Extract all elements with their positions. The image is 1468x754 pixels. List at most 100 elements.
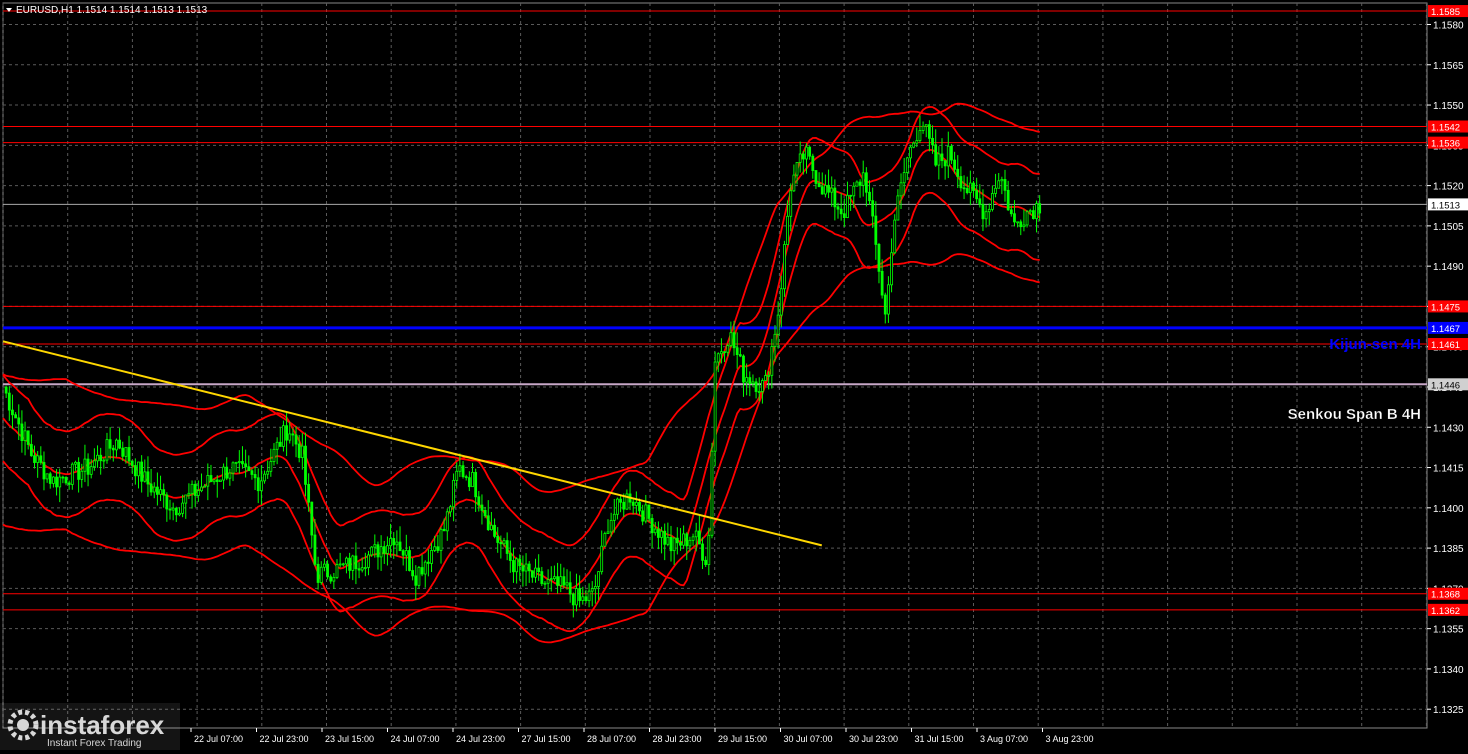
candle-body xyxy=(839,208,843,215)
candle-body xyxy=(902,172,906,184)
candle-body xyxy=(644,504,648,522)
candle-body xyxy=(647,504,651,519)
candle-body xyxy=(669,536,673,552)
candle-body xyxy=(1025,211,1029,226)
candle-body xyxy=(196,490,200,496)
candle-body xyxy=(748,377,752,384)
candle-body xyxy=(392,538,396,546)
candle-body xyxy=(899,182,903,197)
candle-body xyxy=(285,425,288,441)
candle-body xyxy=(108,439,112,449)
candle-body xyxy=(537,567,541,573)
candle-body xyxy=(518,558,522,567)
candle-body xyxy=(326,563,329,578)
candle-body xyxy=(288,433,292,441)
candle-body xyxy=(61,476,65,479)
candle-body xyxy=(679,542,682,546)
candle-body xyxy=(1003,179,1007,191)
candle-body xyxy=(92,460,96,468)
candle-body xyxy=(887,284,890,315)
candle-body xyxy=(162,489,166,496)
level-label: 1.1475 xyxy=(1431,302,1460,313)
candle-body xyxy=(190,483,194,494)
symbol-header: EURUSD,H1 1.1514 1.1514 1.1513 1.1513 xyxy=(16,5,208,16)
candle-body xyxy=(619,498,622,503)
candle-body xyxy=(779,288,783,316)
candle-body xyxy=(968,182,972,194)
candle-body xyxy=(370,546,374,556)
candle-body xyxy=(496,535,500,543)
candle-body xyxy=(1000,179,1004,182)
level-label: 1.1585 xyxy=(1431,7,1460,18)
x-tick-label: 3 Aug 07:00 xyxy=(980,734,1028,744)
candle-body xyxy=(767,374,771,377)
y-tick-label: 1.1430 xyxy=(1433,423,1464,434)
candle-body xyxy=(795,162,799,176)
candle-body xyxy=(442,528,446,532)
candle-body xyxy=(423,561,427,575)
candle-body xyxy=(950,145,953,161)
candle-body xyxy=(48,473,52,484)
candle-body xyxy=(701,543,704,561)
candle-body xyxy=(921,125,925,131)
candle-body xyxy=(58,476,62,488)
candle-body xyxy=(480,504,484,511)
candle-body xyxy=(319,566,323,583)
candle-body xyxy=(603,533,607,547)
candle-body xyxy=(732,332,736,349)
candle-body xyxy=(760,380,764,392)
candle-body xyxy=(449,506,452,513)
candle-body xyxy=(716,353,720,363)
candle-body xyxy=(55,476,58,488)
candle-body xyxy=(143,471,147,482)
candle-body xyxy=(474,471,478,498)
candle-body xyxy=(827,184,830,193)
candle-body xyxy=(272,448,276,462)
candle-body xyxy=(174,507,178,516)
candle-body xyxy=(909,146,912,159)
candle-body xyxy=(742,355,745,383)
candle-body xyxy=(181,502,185,514)
candle-body xyxy=(310,501,314,536)
candle-body xyxy=(824,184,827,195)
candle-body xyxy=(811,155,815,171)
candle-body xyxy=(959,176,963,189)
candle-body xyxy=(483,510,487,517)
candle-body xyxy=(219,479,222,482)
candle-body xyxy=(553,576,556,580)
candle-body xyxy=(720,351,723,355)
brand-tagline: Instant Forex Trading xyxy=(47,738,142,749)
candle-body xyxy=(360,567,364,571)
candle-body xyxy=(890,252,893,286)
candle-body xyxy=(556,576,559,586)
candle-body xyxy=(1028,210,1032,213)
candle-body xyxy=(571,593,575,606)
candle-body xyxy=(1009,209,1013,215)
candle-body xyxy=(814,170,818,184)
candle-body xyxy=(918,130,922,142)
candle-body xyxy=(458,465,462,472)
candle-body xyxy=(1031,210,1035,220)
candle-body xyxy=(638,501,641,512)
candle-body xyxy=(994,187,997,194)
candle-body xyxy=(367,554,370,568)
candle-body xyxy=(322,563,326,568)
candle-body xyxy=(96,454,99,462)
candle-body xyxy=(631,501,635,506)
candle-body xyxy=(426,561,430,564)
level-label: 1.1368 xyxy=(1431,590,1460,601)
candle-body xyxy=(42,462,46,480)
candle-body xyxy=(912,142,916,148)
candle-body xyxy=(896,195,900,221)
level-label: 1.1467 xyxy=(1431,324,1460,335)
instaforex-watermark: instaforex Instant Forex Trading xyxy=(0,703,180,750)
candle-body xyxy=(697,530,701,545)
candle-body xyxy=(398,541,402,552)
x-tick-label: 24 Jul 23:00 xyxy=(456,734,505,744)
candle-body xyxy=(215,479,219,482)
candle-body xyxy=(237,461,241,463)
candle-body xyxy=(278,441,282,447)
x-tick-label: 29 Jul 15:00 xyxy=(718,734,767,744)
candle-body xyxy=(597,571,600,587)
brand-name: instaforex xyxy=(40,710,165,740)
